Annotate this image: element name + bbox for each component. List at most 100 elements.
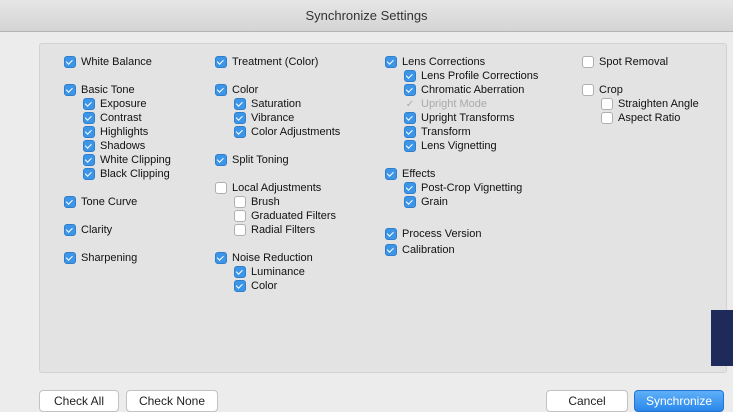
checkbox[interactable]: [64, 224, 76, 236]
check-all-button[interactable]: Check All: [39, 390, 119, 412]
checkbox[interactable]: [234, 196, 246, 208]
checkbox[interactable]: [83, 98, 95, 110]
sync-option-effects[interactable]: Effects: [385, 168, 435, 180]
sync-option-white-balance[interactable]: White Balance: [64, 56, 152, 68]
option-label: Brush: [251, 196, 280, 208]
checkbox[interactable]: [215, 56, 227, 68]
sync-option-split-toning[interactable]: Split Toning: [215, 154, 289, 166]
sync-option-saturation[interactable]: Saturation: [234, 98, 301, 110]
sync-option-vibrance[interactable]: Vibrance: [234, 112, 294, 124]
sync-option-spot-removal[interactable]: Spot Removal: [582, 56, 668, 68]
synchronize-button[interactable]: Synchronize: [634, 390, 724, 412]
option-label: Tone Curve: [81, 196, 138, 208]
sync-option-exposure[interactable]: Exposure: [83, 98, 146, 110]
checkbox[interactable]: [83, 112, 95, 124]
sync-option-crop[interactable]: Crop: [582, 84, 623, 96]
option-label: Process Version: [402, 228, 482, 240]
checkbox[interactable]: [404, 126, 416, 138]
option-label: Local Adjustments: [232, 182, 322, 194]
sync-option-basic-tone[interactable]: Basic Tone: [64, 84, 135, 96]
option-label: Color Adjustments: [251, 126, 341, 138]
checkbox[interactable]: [234, 210, 246, 222]
checkbox[interactable]: [215, 84, 227, 96]
sync-option-highlights[interactable]: Highlights: [83, 126, 148, 138]
checkbox[interactable]: [215, 252, 227, 264]
checkbox[interactable]: [404, 196, 416, 208]
option-label: Transform: [421, 126, 471, 138]
option-label: Vibrance: [251, 112, 295, 124]
checkbox[interactable]: [64, 196, 76, 208]
sync-option-post-crop-vignetting[interactable]: Post-Crop Vignetting: [404, 182, 522, 194]
option-label: White Clipping: [100, 154, 171, 166]
checkbox[interactable]: [234, 98, 246, 110]
checkbox[interactable]: [404, 84, 416, 96]
option-label: Black Clipping: [100, 168, 170, 180]
sync-option-luminance[interactable]: Luminance: [234, 266, 305, 278]
sync-option-local-adjustments[interactable]: Local Adjustments: [215, 182, 321, 194]
checkbox[interactable]: [234, 280, 246, 292]
sync-option-lens-profile-corrections[interactable]: Lens Profile Corrections: [404, 70, 538, 82]
checkbox[interactable]: [83, 168, 95, 180]
checkbox[interactable]: [64, 56, 76, 68]
sync-option-clarity[interactable]: Clarity: [64, 224, 112, 236]
sync-option-color[interactable]: Color: [215, 84, 258, 96]
checkbox[interactable]: [234, 112, 246, 124]
checkbox[interactable]: [64, 84, 76, 96]
checkbox[interactable]: [234, 224, 246, 236]
checkbox[interactable]: [404, 70, 416, 82]
sync-option-straighten-angle[interactable]: Straighten Angle: [601, 98, 699, 110]
sync-option-brush[interactable]: Brush: [234, 196, 280, 208]
cancel-button[interactable]: Cancel: [546, 390, 628, 412]
option-label: Lens Corrections: [402, 56, 486, 68]
sync-option-graduated-filters[interactable]: Graduated Filters: [234, 210, 336, 222]
sync-option-radial-filters[interactable]: Radial Filters: [234, 224, 315, 236]
sync-option-chromatic-aberration[interactable]: Chromatic Aberration: [404, 84, 524, 96]
sync-option-calibration[interactable]: Calibration: [385, 244, 455, 256]
check-none-button[interactable]: Check None: [126, 390, 218, 412]
sync-option-color[interactable]: Color: [234, 280, 277, 292]
checkbox: [404, 98, 416, 110]
option-label: Upright Mode: [421, 98, 488, 110]
checkbox[interactable]: [234, 266, 246, 278]
sync-option-white-clipping[interactable]: White Clipping: [83, 154, 171, 166]
checkbox[interactable]: [83, 154, 95, 166]
sync-option-noise-reduction[interactable]: Noise Reduction: [215, 252, 313, 264]
checkbox[interactable]: [385, 228, 397, 240]
option-label: Color: [251, 280, 278, 292]
checkbox[interactable]: [385, 244, 397, 256]
sync-option-lens-corrections[interactable]: Lens Corrections: [385, 56, 485, 68]
checkbox[interactable]: [215, 182, 227, 194]
checkbox[interactable]: [601, 98, 613, 110]
checkbox[interactable]: [83, 140, 95, 152]
sync-option-color-adjustments[interactable]: Color Adjustments: [234, 126, 340, 138]
sync-option-sharpening[interactable]: Sharpening: [64, 252, 137, 264]
sync-option-grain[interactable]: Grain: [404, 196, 448, 208]
checkbox[interactable]: [404, 112, 416, 124]
option-label: Radial Filters: [251, 224, 316, 236]
checkbox[interactable]: [404, 140, 416, 152]
sync-option-tone-curve[interactable]: Tone Curve: [64, 196, 137, 208]
sync-option-contrast[interactable]: Contrast: [83, 112, 142, 124]
sync-option-upright-transforms[interactable]: Upright Transforms: [404, 112, 515, 124]
checkbox[interactable]: [385, 168, 397, 180]
checkbox[interactable]: [582, 84, 594, 96]
sync-option-process-version[interactable]: Process Version: [385, 228, 481, 240]
checkbox[interactable]: [234, 126, 246, 138]
option-label: Basic Tone: [81, 84, 135, 96]
option-label: Lens Profile Corrections: [421, 70, 539, 82]
option-label: Saturation: [251, 98, 302, 110]
checkbox[interactable]: [83, 126, 95, 138]
sync-option-lens-vignetting[interactable]: Lens Vignetting: [404, 140, 497, 152]
sync-option-aspect-ratio[interactable]: Aspect Ratio: [601, 112, 680, 124]
sync-option-shadows[interactable]: Shadows: [83, 140, 145, 152]
checkbox[interactable]: [582, 56, 594, 68]
checkbox[interactable]: [215, 154, 227, 166]
checkbox[interactable]: [64, 252, 76, 264]
sync-option-transform[interactable]: Transform: [404, 126, 471, 138]
checkbox[interactable]: [385, 56, 397, 68]
settings-panel: [39, 43, 727, 373]
checkbox[interactable]: [404, 182, 416, 194]
sync-option-black-clipping[interactable]: Black Clipping: [83, 168, 170, 180]
checkbox[interactable]: [601, 112, 613, 124]
sync-option-treatment-color[interactable]: Treatment (Color): [215, 56, 318, 68]
